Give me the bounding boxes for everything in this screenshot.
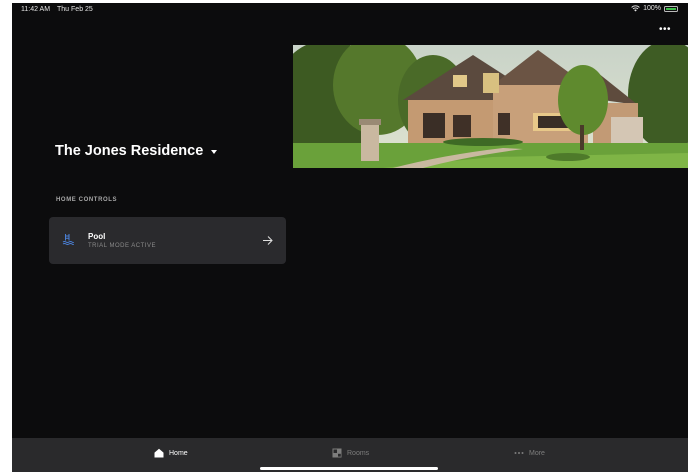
tab-home[interactable]: Home xyxy=(154,448,188,458)
pool-title: Pool xyxy=(88,232,106,241)
battery-percent: 100% xyxy=(643,5,661,12)
more-dots-icon xyxy=(514,452,524,454)
pool-control-card[interactable]: Pool TRIAL MODE ACTIVE xyxy=(49,217,286,264)
status-time: 11:42 AM xyxy=(21,6,51,13)
tab-rooms-label: Rooms xyxy=(347,449,370,457)
status-left: 11:42 AM Thu Feb 25 xyxy=(21,6,93,13)
app-screen: 11:42 AM Thu Feb 25 100% ••• The Jones R… xyxy=(12,3,688,472)
house-photo xyxy=(293,45,688,168)
rooms-icon xyxy=(332,448,342,458)
residence-name: The Jones Residence xyxy=(55,143,204,159)
tab-rooms[interactable]: Rooms xyxy=(332,448,369,458)
status-right: 100% xyxy=(631,5,678,12)
battery-icon xyxy=(664,5,678,12)
pool-icon xyxy=(62,234,74,245)
status-date: Thu Feb 25 xyxy=(57,6,93,13)
section-heading-home-controls: HOME CONTROLS xyxy=(56,197,118,203)
tab-more-label: More xyxy=(529,449,545,457)
residence-selector[interactable]: The Jones Residence xyxy=(55,143,218,159)
status-bar: 11:42 AM Thu Feb 25 100% xyxy=(12,3,688,17)
home-indicator[interactable] xyxy=(260,467,438,470)
wifi-icon xyxy=(631,5,640,12)
tab-more[interactable]: More xyxy=(514,448,545,458)
tab-home-label: Home xyxy=(169,449,188,457)
home-icon xyxy=(154,448,164,458)
pool-status: TRIAL MODE ACTIVE xyxy=(88,243,156,249)
chevron-down-icon xyxy=(211,150,218,154)
arrow-right-icon xyxy=(263,236,273,245)
more-options-button[interactable]: ••• xyxy=(659,25,671,35)
